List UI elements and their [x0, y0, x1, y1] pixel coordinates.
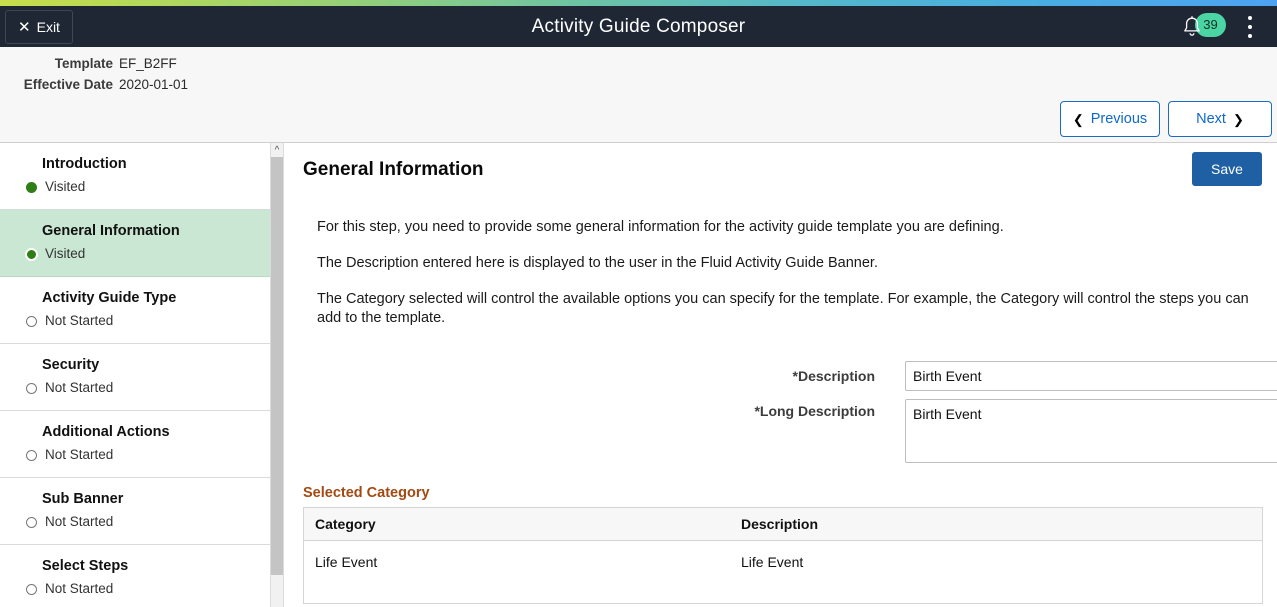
status-dot-not-started-icon — [26, 517, 37, 528]
sidebar-item-additional-actions[interactable]: Additional Actions Not Started — [0, 411, 270, 478]
sidebar-item-status: Not Started — [45, 380, 114, 395]
status-dot-visited-icon — [25, 248, 38, 261]
table-header-row: Category Description — [304, 508, 1262, 541]
selected-category-section-title: Selected Category — [303, 485, 430, 501]
sidebar-item-label: Security — [42, 357, 100, 373]
sidebar-item-activity-guide-type[interactable]: Activity Guide Type Not Started — [0, 277, 270, 344]
selected-category-table: Category Description Life Event Life Eve… — [303, 507, 1263, 604]
sidebar-item-label: General Information — [42, 223, 180, 239]
table-row[interactable]: Life Event Life Event — [304, 541, 1262, 603]
sidebar-item-general-information[interactable]: General Information Visited — [0, 210, 270, 277]
sidebar-item-status: Not Started — [45, 447, 114, 462]
cell-category: Life Event — [315, 554, 378, 570]
column-header-description: Description — [741, 516, 819, 532]
sidebar-item-status: Not Started — [45, 581, 114, 596]
description-input[interactable] — [905, 361, 1277, 391]
next-button-label: Next — [1196, 111, 1226, 127]
template-subheader: Template EF_B2FF Effective Date 2020-01-… — [0, 47, 1277, 143]
status-dot-not-started-icon — [26, 316, 37, 327]
main-content-panel: General Information Save For this step, … — [285, 143, 1277, 607]
sidebar-item-status: Not Started — [45, 514, 114, 529]
long-description-textarea[interactable] — [905, 399, 1277, 463]
kebab-menu-icon[interactable] — [1241, 16, 1259, 38]
chevron-right-icon: ❯ — [1232, 111, 1244, 127]
instruction-paragraph: For this step, you need to provide some … — [317, 219, 1004, 235]
cell-description: Life Event — [741, 554, 804, 570]
column-header-category: Category — [315, 516, 376, 532]
description-label: *Description — [792, 368, 875, 384]
page-header-title: Activity Guide Composer — [531, 16, 746, 37]
sidebar-item-label: Select Steps — [42, 558, 129, 574]
instruction-paragraph: The Category selected will control the a… — [317, 291, 1249, 326]
instruction-paragraph: The Description entered here is displaye… — [317, 255, 878, 271]
previous-button-label: Previous — [1090, 111, 1148, 127]
sidebar-item-sub-banner[interactable]: Sub Banner Not Started — [0, 478, 270, 545]
sidebar-item-select-steps[interactable]: Select Steps Not Started — [0, 545, 270, 607]
kebab-dot — [1248, 25, 1252, 29]
page-title: General Information — [303, 159, 484, 180]
sidebar-item-label: Introduction — [42, 156, 127, 172]
long-description-label: *Long Description — [754, 403, 875, 419]
sidebar-scrollbar[interactable]: ^ — [270, 143, 284, 607]
effective-date-label: Effective Date — [23, 77, 113, 92]
status-dot-not-started-icon — [26, 584, 37, 595]
step-navigation-sidebar: Introduction Visited General Information Vi… — [0, 143, 270, 607]
status-dot-not-started-icon — [26, 383, 37, 394]
bell-icon — [1184, 16, 1200, 36]
template-label: Template — [54, 56, 113, 71]
previous-button[interactable]: ❮ Previous — [1060, 101, 1160, 137]
sidebar-item-label: Sub Banner — [42, 491, 124, 507]
status-dot-not-started-icon — [26, 450, 37, 461]
sidebar-item-security[interactable]: Security Not Started — [0, 344, 270, 411]
template-value: EF_B2FF — [119, 56, 177, 71]
sidebar-item-label: Activity Guide Type — [42, 290, 177, 306]
sidebar-scrollbar-thumb[interactable] — [271, 157, 283, 575]
app-header: ✕ Exit Activity Guide Composer 39 — [0, 6, 1277, 47]
chevron-up-icon[interactable]: ^ — [271, 143, 283, 157]
sidebar-item-status: Visited — [45, 179, 86, 194]
notifications-button[interactable]: 39 — [1181, 13, 1226, 41]
save-button[interactable]: Save — [1192, 152, 1262, 186]
body-area: Introduction Visited General Information Vi… — [0, 143, 1277, 607]
sidebar-item-label: Additional Actions — [42, 424, 170, 440]
kebab-dot — [1248, 16, 1252, 20]
next-button[interactable]: Next ❯ — [1168, 101, 1272, 137]
effective-date-value: 2020-01-01 — [119, 77, 189, 92]
status-dot-visited-icon — [26, 182, 37, 193]
sidebar-item-status: Not Started — [45, 313, 114, 328]
sidebar-item-status: Visited — [45, 246, 86, 261]
chevron-left-icon: ❮ — [1072, 111, 1084, 127]
activity-guide-composer-app: ✕ Exit Activity Guide Composer 39 Templa… — [0, 0, 1277, 607]
sidebar-item-introduction[interactable]: Introduction Visited — [0, 143, 270, 210]
save-button-label: Save — [1211, 161, 1243, 177]
kebab-dot — [1248, 34, 1252, 38]
